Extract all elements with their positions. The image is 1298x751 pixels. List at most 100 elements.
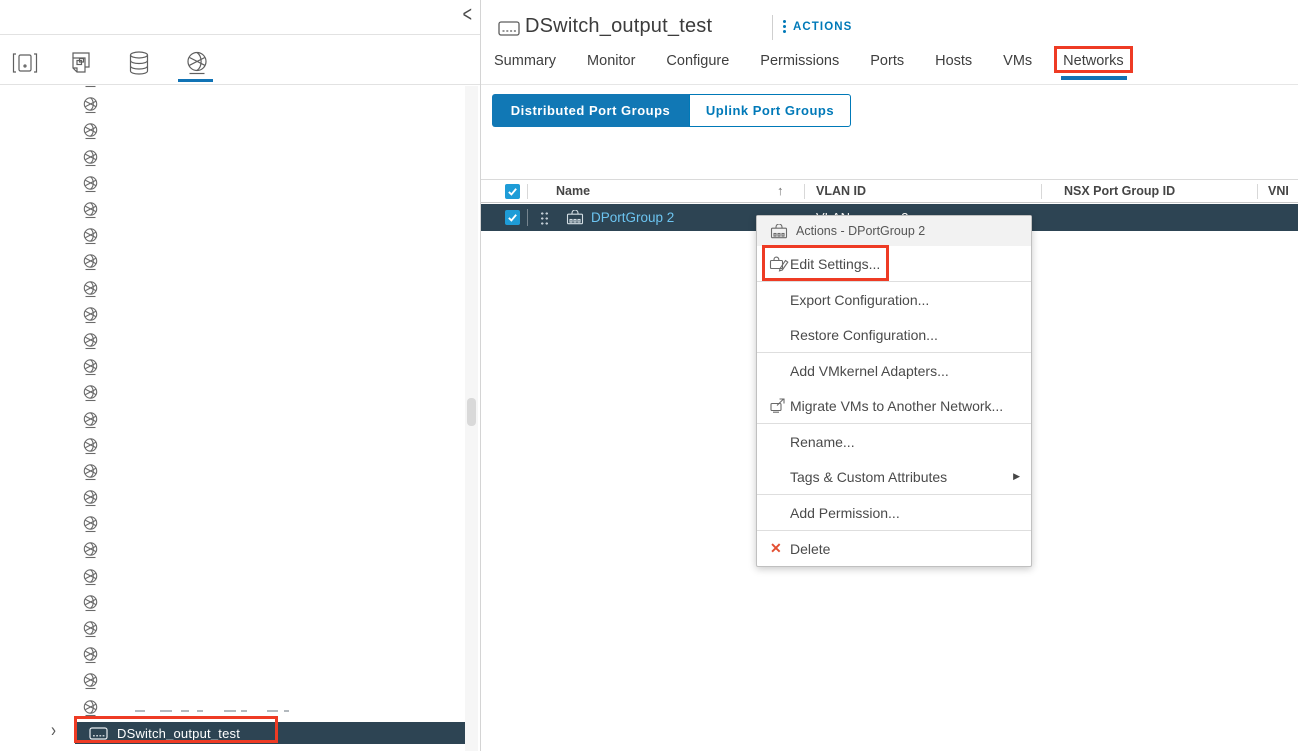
- network-globe-icon: [82, 306, 99, 324]
- tree-item-network[interactable]: [0, 328, 460, 354]
- tree-item-network[interactable]: [0, 485, 460, 511]
- tree-item-network[interactable]: [0, 564, 460, 590]
- context-menu-header: Actions - DPortGroup 2: [757, 216, 1031, 246]
- tree-item-network[interactable]: [0, 590, 460, 616]
- tree-item-network[interactable]: [0, 433, 460, 459]
- active-tab-underline: [1061, 76, 1126, 80]
- network-globe-icon: [82, 411, 99, 429]
- tree-item-network[interactable]: [0, 668, 460, 694]
- tree-item-network[interactable]: [0, 380, 460, 406]
- tree-item-network[interactable]: [0, 118, 460, 144]
- tree-item-network[interactable]: [0, 197, 460, 223]
- menu-item-label: Export Configuration...: [790, 292, 929, 308]
- migrate-vms-icon: [769, 397, 786, 416]
- tree-item-network[interactable]: [0, 145, 460, 171]
- menu-item-add-permission[interactable]: Add Permission...: [757, 495, 1031, 530]
- network-globe-icon: [82, 463, 99, 481]
- tab-hosts-and-clusters[interactable]: [6, 44, 44, 82]
- tree-item-network[interactable]: [0, 276, 460, 302]
- sidebar-item-dswitch[interactable]: DSwitch_output_test: [75, 722, 465, 744]
- context-menu-title: Actions - DPortGroup 2: [796, 224, 925, 238]
- dswitch-title-icon: [498, 20, 520, 41]
- sidebar-item-label: DSwitch_output_test: [117, 726, 240, 741]
- tree-item-network[interactable]: [0, 249, 460, 275]
- tree-item-network[interactable]: [0, 223, 460, 249]
- dswitch-icon: [89, 727, 108, 740]
- tab-networks[interactable]: Networks: [1063, 53, 1123, 69]
- delete-icon: ✕: [770, 540, 782, 557]
- column-header-vni[interactable]: VNI: [1268, 184, 1289, 198]
- menu-item-migrate-vms[interactable]: Migrate VMs to Another Network...: [757, 388, 1031, 423]
- tree-item-network[interactable]: [0, 642, 460, 668]
- hosts-and-clusters-icon: [12, 50, 38, 76]
- menu-item-add-vmkernel-adapters[interactable]: Add VMkernel Adapters...: [757, 353, 1031, 388]
- tree-item-network[interactable]: [0, 92, 460, 118]
- column-header-vlan-id[interactable]: VLAN ID: [816, 184, 866, 198]
- actions-button[interactable]: ACTIONS: [783, 20, 852, 33]
- sidebar-topbar: <: [0, 0, 480, 35]
- network-globe-icon: [82, 96, 99, 114]
- network-globe-icon: [82, 253, 99, 271]
- tab-networks-label: Networks: [1063, 53, 1123, 69]
- tab-networking[interactable]: [178, 44, 216, 82]
- tab-vms[interactable]: VMs: [1003, 53, 1032, 69]
- uplink-port-groups-button[interactable]: Uplink Port Groups: [689, 94, 851, 127]
- tree-item-network[interactable]: [0, 459, 460, 485]
- select-all-checkbox[interactable]: [505, 184, 520, 199]
- network-globe-icon: [82, 280, 99, 298]
- tab-configure[interactable]: Configure: [666, 53, 729, 69]
- tab-ports[interactable]: Ports: [870, 53, 904, 69]
- menu-item-rename[interactable]: Rename...: [757, 424, 1031, 459]
- row-checkbox[interactable]: [505, 210, 520, 225]
- sidebar-scrollbar-thumb[interactable]: [467, 398, 476, 426]
- actions-label: ACTIONS: [793, 21, 852, 33]
- menu-item-export-configuration[interactable]: Export Configuration...: [757, 282, 1031, 317]
- object-tab-bar: Summary Monitor Configure Permissions Po…: [494, 53, 1124, 69]
- tree-item-network[interactable]: [0, 511, 460, 537]
- menu-item-edit-settings[interactable]: Edit Settings...: [757, 246, 1031, 281]
- tab-storage[interactable]: [120, 44, 158, 82]
- inventory-tab-strip: [0, 36, 480, 85]
- inventory-sidebar: <: [0, 0, 481, 751]
- network-globe-icon: [82, 384, 99, 402]
- tree-item-network[interactable]: [0, 171, 460, 197]
- actions-kebab-icon: [783, 20, 786, 33]
- network-globe-icon: [82, 227, 99, 245]
- storage-icon: [127, 50, 151, 76]
- column-divider: [1041, 184, 1042, 199]
- column-divider: [1257, 184, 1258, 199]
- collapse-panel-icon[interactable]: <: [463, 3, 472, 28]
- network-globe-icon: [82, 358, 99, 376]
- tab-summary[interactable]: Summary: [494, 53, 556, 69]
- network-globe-icon: [82, 489, 99, 507]
- menu-item-restore-configuration[interactable]: Restore Configuration...: [757, 317, 1031, 352]
- port-group-icon: [566, 210, 584, 230]
- row-drag-handle[interactable]: [540, 211, 548, 225]
- distributed-port-groups-button[interactable]: Distributed Port Groups: [492, 94, 689, 127]
- network-globe-icon: [82, 332, 99, 350]
- tab-permissions[interactable]: Permissions: [760, 53, 839, 69]
- tree-item-network[interactable]: [0, 406, 460, 432]
- menu-item-delete[interactable]: ✕ Delete: [757, 531, 1031, 566]
- tree-item-network[interactable]: [0, 354, 460, 380]
- column-header-name[interactable]: Name: [556, 184, 590, 198]
- network-globe-icon: [82, 699, 99, 717]
- sort-ascending-icon[interactable]: ↑: [777, 183, 784, 198]
- expand-node-icon[interactable]: ›: [51, 719, 56, 741]
- tree-item-network[interactable]: [0, 695, 460, 721]
- network-globe-icon: [82, 672, 99, 690]
- network-globe-icon: [82, 568, 99, 586]
- tab-vms-and-templates[interactable]: [62, 44, 100, 82]
- tab-hosts[interactable]: Hosts: [935, 53, 972, 69]
- tree-item-network[interactable]: [0, 616, 460, 642]
- menu-item-label: Add Permission...: [790, 505, 900, 521]
- title-actions-divider: [772, 15, 773, 40]
- port-group-link[interactable]: DPortGroup 2: [591, 210, 674, 225]
- menu-item-tags-custom-attributes[interactable]: Tags & Custom Attributes ▶: [757, 459, 1031, 494]
- tree-item-network[interactable]: [0, 537, 460, 563]
- column-header-nsx-port-group-id[interactable]: NSX Port Group ID: [1064, 184, 1175, 198]
- sidebar-scrollbar[interactable]: [465, 86, 478, 751]
- tree-item-network[interactable]: [0, 302, 460, 328]
- active-inventory-tab-underline: [178, 79, 213, 82]
- tab-monitor[interactable]: Monitor: [587, 53, 635, 69]
